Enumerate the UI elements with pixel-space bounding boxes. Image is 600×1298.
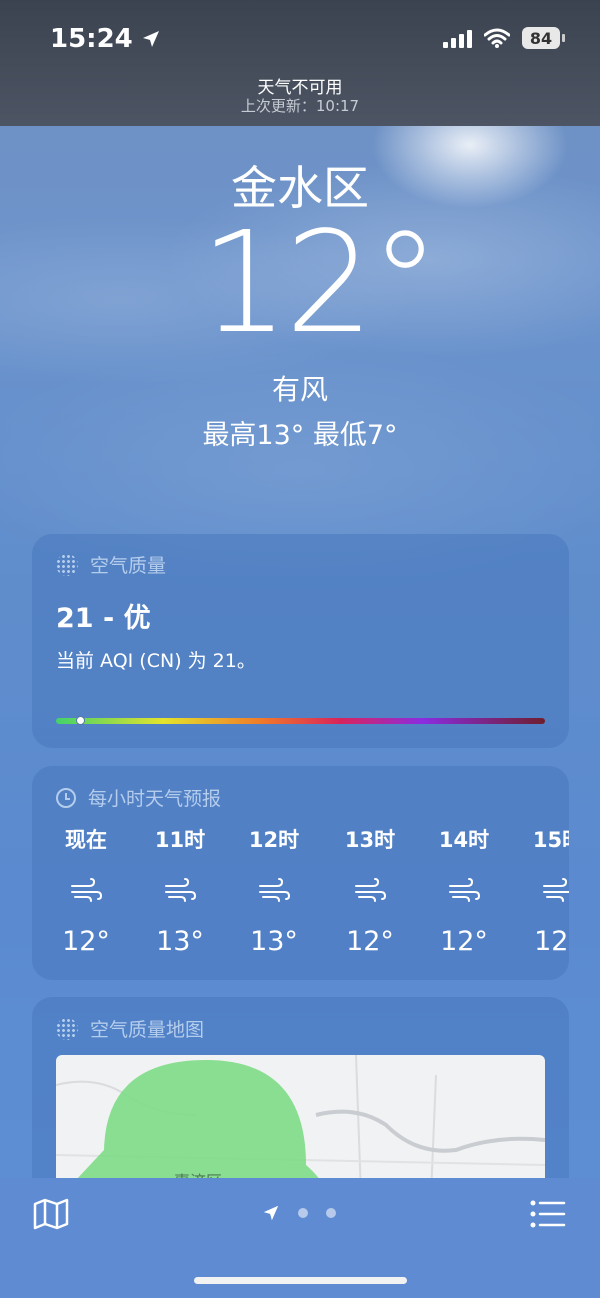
hour-label: 11时 (154, 828, 206, 852)
aqi-description: 当前 AQI (CN) 为 21。 (56, 650, 256, 672)
aqi-value: 21 - 优 (56, 603, 151, 634)
hourly-forecast-card[interactable]: 每小时天气预报 现在 12° 11时 13° 12时 13° 13时 12° 1… (32, 766, 569, 980)
location-arrow-icon (142, 31, 159, 47)
map-icon[interactable] (33, 1198, 69, 1230)
battery-level: 84 (529, 28, 553, 48)
location-page-icon (263, 1205, 279, 1221)
hour-temperature: 12° (62, 926, 110, 957)
hourly-forecast-header: 每小时天气预报 (56, 784, 221, 811)
wind-icon (355, 878, 387, 902)
air-quality-icon (56, 553, 78, 576)
hour-temperature: 12° (534, 926, 569, 957)
hour-item: 15时 12° (528, 824, 569, 957)
hour-temperature: 13° (250, 926, 298, 957)
list-icon[interactable] (530, 1200, 566, 1228)
hour-label: 13时 (344, 828, 396, 852)
hour-label: 15时 (532, 828, 569, 852)
hour-label: 12时 (248, 828, 300, 852)
battery-icon: 84 (522, 27, 565, 49)
wind-icon (543, 878, 569, 902)
air-quality-header: 空气质量 (56, 551, 166, 578)
hour-label: 现在 (65, 828, 107, 852)
status-time: 15:24 (50, 24, 161, 54)
wind-icon (165, 878, 197, 902)
wind-icon (71, 878, 103, 902)
hour-temperature: 12° (346, 926, 394, 957)
cellular-signal-icon (443, 28, 472, 48)
home-indicator[interactable] (194, 1277, 407, 1284)
page-dot (298, 1208, 308, 1218)
status-indicators: 84 (443, 27, 565, 49)
clock-icon (56, 787, 76, 808)
hour-item: 13时 12° (340, 824, 400, 957)
page-indicator[interactable] (262, 1204, 336, 1222)
air-quality-card[interactable]: 空气质量 21 - 优 当前 AQI (CN) 为 21。 (32, 534, 569, 748)
wind-icon (259, 878, 291, 902)
page-dot (326, 1208, 336, 1218)
hour-temperature: 12° (440, 926, 488, 957)
hour-item: 12时 13° (244, 824, 304, 957)
hourly-forecast-title: 每小时天气预报 (88, 788, 222, 810)
aqi-level-indicator (76, 716, 86, 725)
hour-item: 14时 12° (434, 824, 494, 957)
weather-condition: 有风 (271, 373, 328, 406)
status-bar: 15:24 84 天气不可用 上次更新：10:17 (0, 0, 600, 126)
high-low-temperature: 最高13° 最低7° (202, 420, 398, 451)
aqi-scale-bar (56, 716, 545, 725)
wifi-icon (484, 28, 510, 48)
current-temperature: 12° (199, 202, 440, 365)
air-quality-icon (56, 1017, 78, 1040)
hour-item: 11时 13° (150, 824, 210, 957)
wind-icon (449, 878, 481, 902)
last-updated: 上次更新：10:17 (240, 97, 360, 115)
air-quality-title: 空气质量 (90, 555, 167, 577)
hour-label: 14时 (438, 828, 490, 852)
hour-item: 现在 12° (56, 824, 116, 957)
hourly-forecast-list[interactable]: 现在 12° 11时 13° 12时 13° 13时 12° 14时 12° 1… (56, 824, 569, 964)
air-quality-map-title: 空气质量地图 (90, 1019, 205, 1041)
hour-temperature: 13° (156, 926, 204, 957)
map-canvas: 惠济区 (56, 1055, 545, 1195)
air-quality-map-header: 空气质量地图 (56, 1015, 204, 1042)
clock-time: 15:24 (50, 24, 133, 54)
air-quality-map[interactable]: 惠济区 (56, 1055, 545, 1195)
